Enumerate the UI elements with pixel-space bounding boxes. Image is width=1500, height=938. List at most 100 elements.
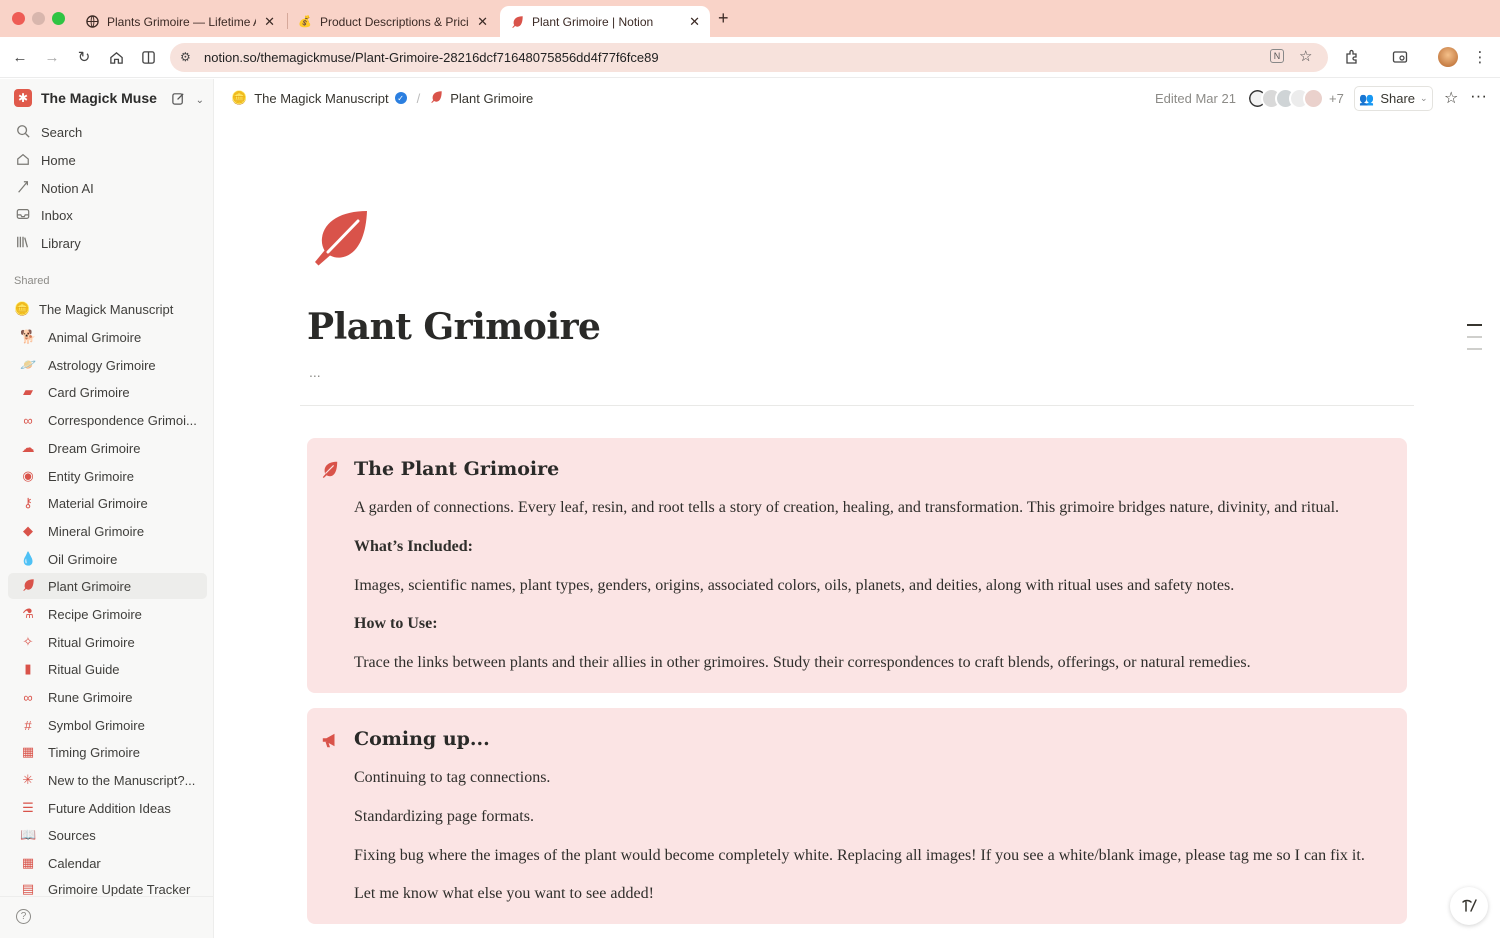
treasure-chest-icon: 🪙 (231, 90, 248, 105)
browser-menu-icon[interactable]: ⋮ (1470, 47, 1490, 67)
sidebar-page-item[interactable]: ☁ Dream Grimoire (8, 435, 207, 461)
extensions-icon[interactable] (1342, 47, 1362, 67)
close-tab-icon[interactable]: ✕ (689, 14, 700, 30)
sidebar-nav-notion-ai[interactable]: Notion AI (14, 176, 94, 200)
tab-search-icon[interactable] (1390, 47, 1410, 67)
sidebar-page-item[interactable]: ∞ Rune Grimoire (8, 684, 207, 710)
page-label: Astrology Grimoire (48, 357, 156, 373)
sidebar-page-item[interactable]: 🪐 Astrology Grimoire (8, 352, 207, 378)
open-book-icon: 📖 (20, 827, 37, 842)
favorite-star-icon[interactable]: ☆ (1444, 88, 1458, 108)
nav-label: Search (41, 124, 83, 140)
callout-coming-up[interactable]: Coming up... Continuing to tag connectio… (307, 708, 1407, 924)
sidebar-page-item[interactable]: ◆ Mineral Grimoire (8, 518, 207, 544)
sidebar-page-item[interactable]: ▰ Card Grimoire (8, 379, 207, 405)
workspace-switcher[interactable]: ✱ The Magick Muse (14, 89, 157, 107)
notion-ai-button[interactable] (1450, 887, 1488, 925)
infinity-icon: ∞ (23, 689, 33, 705)
reload-icon[interactable]: ↻ (74, 47, 94, 67)
edited-timestamp[interactable]: Edited Mar 21 (1155, 91, 1236, 106)
browser-tab-strip: Plants Grimoire — Lifetime Ac ✕ 💰 Produc… (0, 0, 1500, 37)
sidebar-page-item[interactable]: ⚷ Material Grimoire (8, 490, 207, 516)
sidebar-nav-library[interactable]: Library (14, 231, 81, 255)
site-settings-icon[interactable]: ⚙ (180, 50, 191, 64)
sidebar-page-item[interactable]: ✳ New to the Manuscript?... (8, 767, 207, 793)
table-icon: ▤ (21, 881, 35, 896)
sidebar-nav-search[interactable]: Search (14, 120, 82, 144)
planet-icon: 🪐 (20, 357, 37, 372)
notion-app-icon[interactable]: N (1270, 49, 1284, 63)
breadcrumb-parent[interactable]: The Magick Manuscript (254, 91, 388, 106)
forward-arrow-icon[interactable]: → (42, 47, 62, 67)
browser-tab-active[interactable]: Plant Grimoire | Notion ✕ (500, 6, 710, 37)
toc-line (1467, 324, 1482, 326)
new-tab-button[interactable]: + (718, 8, 729, 29)
close-tab-icon[interactable]: ✕ (264, 14, 275, 30)
page-label: Mineral Grimoire (48, 523, 145, 539)
page-label: Calendar (48, 855, 101, 871)
sidebar-nav-home[interactable]: Home (14, 148, 76, 172)
sidebar-page-item[interactable]: ☰ Future Addition Ideas (8, 795, 207, 821)
divider (300, 405, 1414, 406)
sidebar-page-item[interactable]: ▮ Ritual Guide (8, 656, 207, 682)
nav-label: Library (41, 235, 81, 251)
dog-icon: 🐕 (20, 329, 37, 344)
hash-icon: # (24, 717, 32, 733)
new-page-button[interactable]: ⌄ (171, 91, 204, 109)
people-icon: 👥 (1359, 91, 1375, 106)
book-icon: ▮ (24, 661, 32, 676)
callout-plant-grimoire[interactable]: The Plant Grimoire A garden of connectio… (307, 438, 1407, 693)
sidebar-page-item[interactable]: ▦ Timing Grimoire (8, 739, 207, 765)
minimize-window-button[interactable] (32, 12, 45, 25)
sidebar-page-item[interactable]: ▦ Calendar (8, 850, 207, 876)
sidebar-page-item[interactable]: # Symbol Grimoire (8, 712, 207, 738)
sidebar-page-item[interactable]: ⚗ Recipe Grimoire (8, 601, 207, 627)
gem-icon: ◆ (23, 523, 33, 538)
split-view-icon[interactable] (138, 47, 158, 67)
tab-title: Product Descriptions & Pricin (320, 14, 470, 29)
more-collaborators-count[interactable]: +7 (1329, 91, 1344, 106)
sidebar-page-item[interactable]: ✧ Ritual Grimoire (8, 629, 207, 655)
page-more-dots[interactable]: ... (309, 364, 321, 380)
sidebar-page-item[interactable]: ◉ Entity Grimoire (8, 463, 207, 489)
profile-avatar[interactable] (1438, 47, 1458, 67)
maximize-window-button[interactable] (52, 12, 65, 25)
page-label: Oil Grimoire (48, 551, 118, 567)
sidebar-page-root[interactable]: 🪙 The Magick Manuscript (8, 296, 207, 322)
sidebar-nav-inbox[interactable]: Inbox (14, 203, 73, 227)
sidebar-page-item-active[interactable]: Plant Grimoire (8, 573, 207, 599)
callout-heading: The Plant Grimoire (354, 458, 560, 480)
nav-label: Notion AI (41, 180, 94, 196)
callout-paragraph: Images, scientific names, plant types, g… (354, 577, 1235, 594)
page-label: Dream Grimoire (48, 440, 141, 456)
browser-tab[interactable]: 💰 Product Descriptions & Pricin ✕ (288, 6, 498, 37)
home-icon[interactable] (106, 47, 126, 67)
sparkle-icon: ✳ (22, 772, 34, 787)
address-bar[interactable]: ⚙ notion.so/themagickmuse/Plant-Grimoire… (170, 43, 1328, 72)
close-tab-icon[interactable]: ✕ (477, 14, 488, 30)
share-button[interactable]: 👥 Share ⌄ (1354, 86, 1433, 111)
chevron-down-icon: ⌄ (1420, 93, 1428, 103)
close-window-button[interactable] (12, 12, 25, 25)
page-title[interactable]: Plant Grimoire (307, 306, 601, 348)
sidebar-page-item[interactable]: ∞ Correspondence Grimoi... (8, 407, 207, 433)
browser-tab[interactable]: Plants Grimoire — Lifetime Ac ✕ (75, 6, 285, 37)
leaf-icon (20, 578, 36, 594)
help-icon[interactable]: ? (16, 909, 31, 924)
bookmark-star-icon[interactable]: ☆ (1299, 47, 1312, 65)
table-of-contents-indicator[interactable] (1467, 324, 1482, 360)
back-arrow-icon[interactable]: ← (10, 47, 30, 67)
callout-paragraph: Trace the links between plants and their… (354, 654, 1251, 671)
sidebar-page-item[interactable]: 📖 Sources (8, 822, 207, 848)
breadcrumb-current[interactable]: Plant Grimoire (450, 91, 533, 106)
sidebar-page-item[interactable]: 🐕 Animal Grimoire (8, 324, 207, 350)
chevron-down-icon[interactable]: ⌄ (196, 95, 204, 106)
verified-icon: ✓ (394, 92, 407, 104)
sidebar-page-item[interactable]: 💧 Oil Grimoire (8, 546, 207, 572)
nav-label: Home (41, 152, 76, 168)
more-options-icon[interactable]: ··· (1470, 86, 1487, 106)
drop-icon: 💧 (20, 551, 37, 566)
page-leaf-icon[interactable] (312, 208, 372, 268)
page-label: Symbol Grimoire (48, 717, 145, 733)
section-label-shared: Shared (14, 275, 50, 287)
